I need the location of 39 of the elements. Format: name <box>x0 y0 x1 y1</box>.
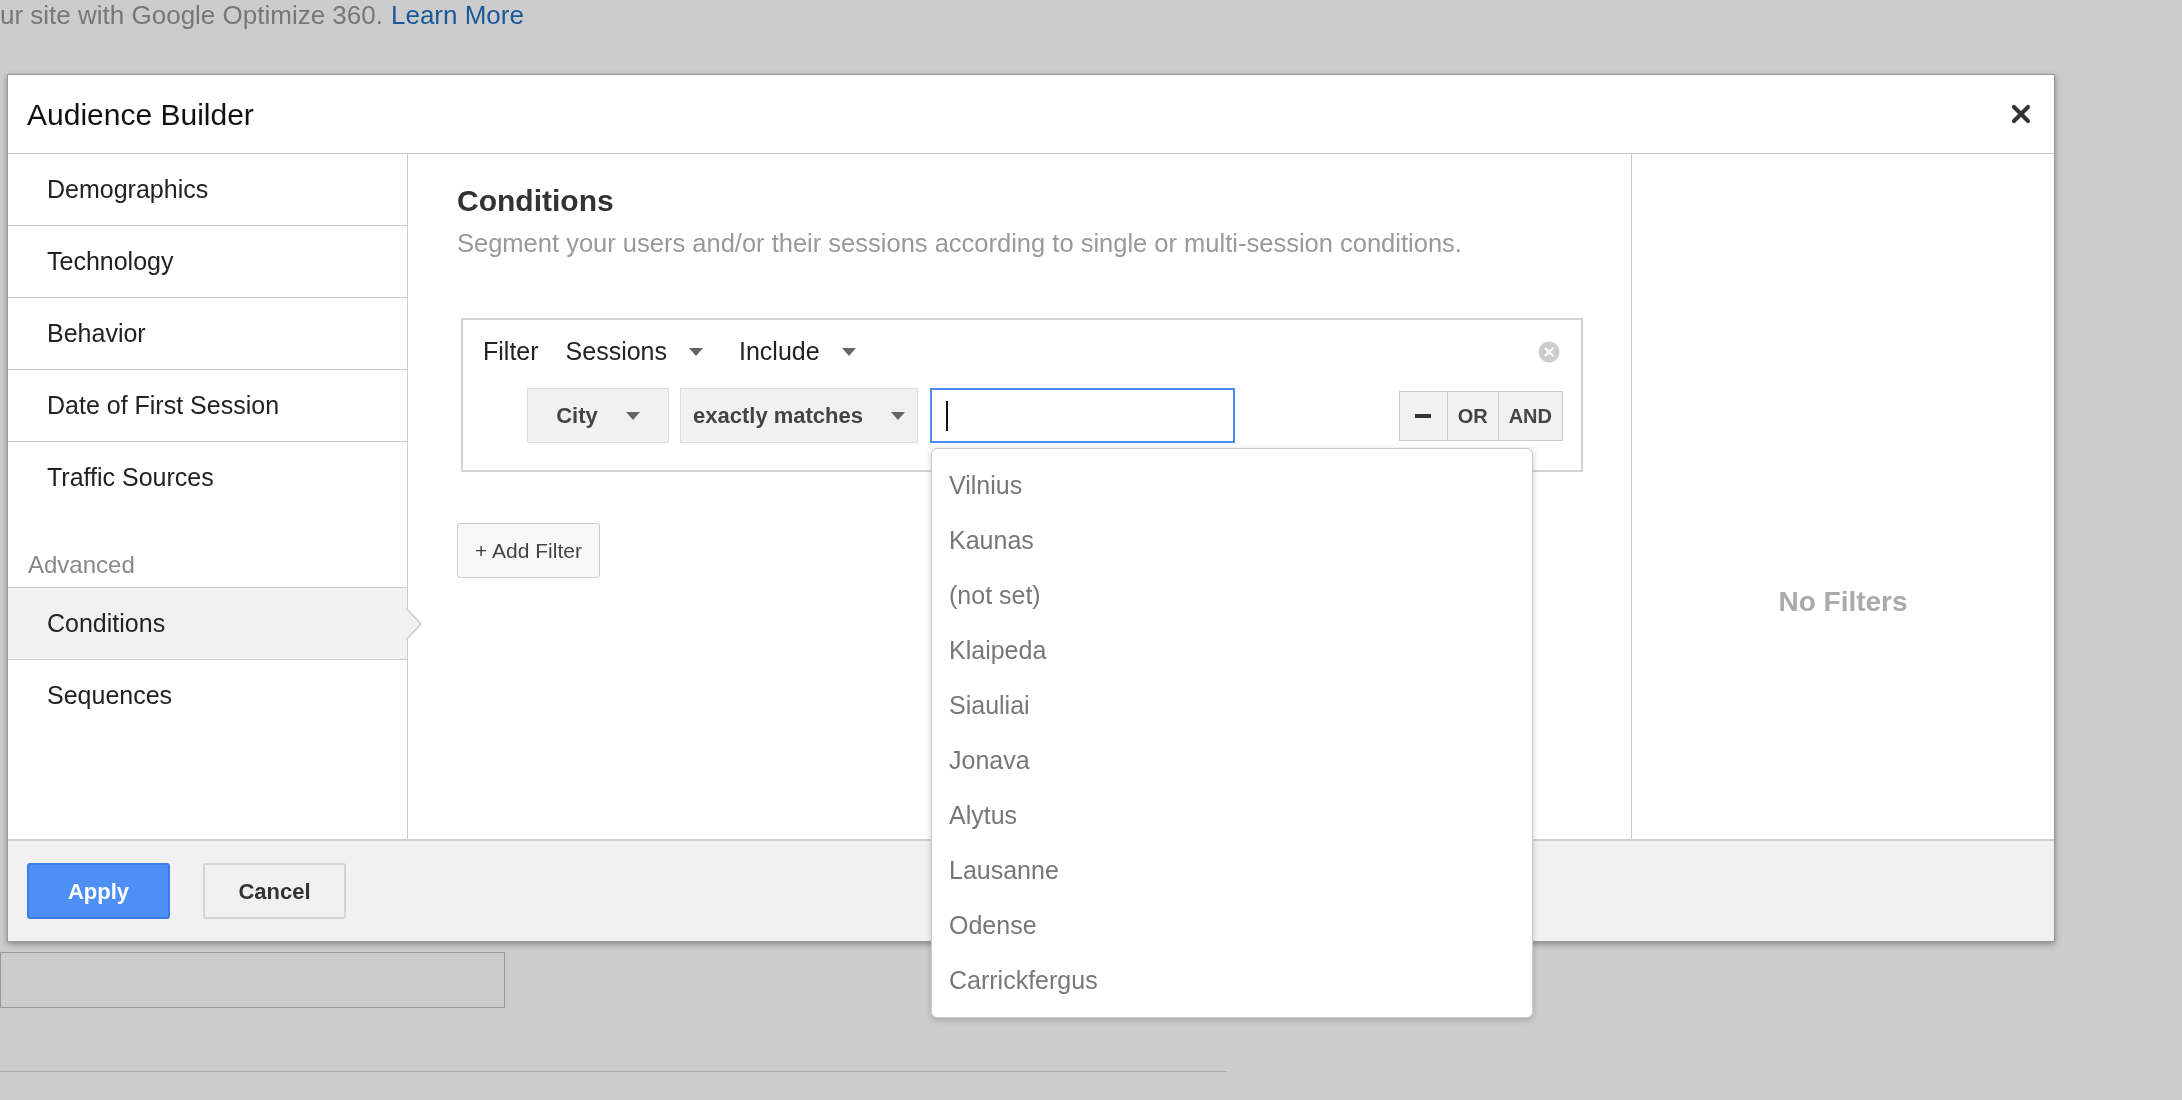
sidebar-item[interactable]: Demographics <box>8 154 407 226</box>
suggestion-item[interactable]: Carrickfergus <box>932 953 1532 1008</box>
caret-icon <box>891 411 905 420</box>
empty-state-text: No Filters <box>1778 584 1908 619</box>
suggestion-item[interactable]: Alytus <box>932 788 1532 843</box>
caret-icon <box>625 411 640 420</box>
mode-dropdown[interactable]: Include <box>739 333 856 371</box>
remove-condition-button[interactable] <box>1399 391 1448 440</box>
caret-icon <box>841 348 856 356</box>
notice-text: ur site with Google Optimize 360. <box>0 0 383 30</box>
dimension-dropdown[interactable]: City <box>527 388 669 443</box>
suggestion-item[interactable]: Odense <box>932 898 1532 953</box>
sidebar-item[interactable]: Date of First Session <box>8 370 407 442</box>
logic-button[interactable]: AND <box>1498 391 1562 440</box>
section-label: Advanced <box>28 550 135 580</box>
suggestion-item[interactable]: Vilnius <box>932 458 1532 513</box>
filter-label: Filter <box>483 336 539 368</box>
section-heading: Conditions <box>457 183 615 219</box>
sidebar-item[interactable]: Technology <box>8 226 407 298</box>
section-subtitle: Segment your users and/or their sessions according to single or multi-session conditions. <box>457 228 1463 259</box>
text-cursor-icon <box>946 400 948 431</box>
value-input[interactable] <box>930 388 1235 443</box>
scope-dropdown[interactable]: Sessions <box>565 333 703 371</box>
sidebar-item[interactable]: Conditions <box>8 588 407 660</box>
suggestion-item[interactable]: (not set) <box>932 568 1532 623</box>
caret-icon <box>689 348 703 356</box>
learn-more-link[interactable]: Learn More <box>390 0 524 30</box>
suggestion-item[interactable]: Kaunas <box>932 513 1532 568</box>
suggestion-item[interactable]: Jonava <box>932 733 1532 788</box>
cancel-button[interactable]: Cancel <box>203 863 346 919</box>
logic-button[interactable]: OR <box>1447 391 1499 440</box>
suggestion-item[interactable]: Klaipeda <box>932 623 1532 678</box>
minus-icon <box>1415 413 1432 418</box>
sidebar-item[interactable]: Behavior <box>8 298 407 370</box>
add-filter-button[interactable]: + Add Filter <box>457 523 600 578</box>
suggestion-item[interactable]: Lausanne <box>932 843 1532 898</box>
suggestion-item[interactable]: Siauliai <box>932 678 1532 733</box>
operator-dropdown[interactable]: exactly matches <box>680 388 918 443</box>
dialog-title: Audience Builder <box>27 96 254 133</box>
